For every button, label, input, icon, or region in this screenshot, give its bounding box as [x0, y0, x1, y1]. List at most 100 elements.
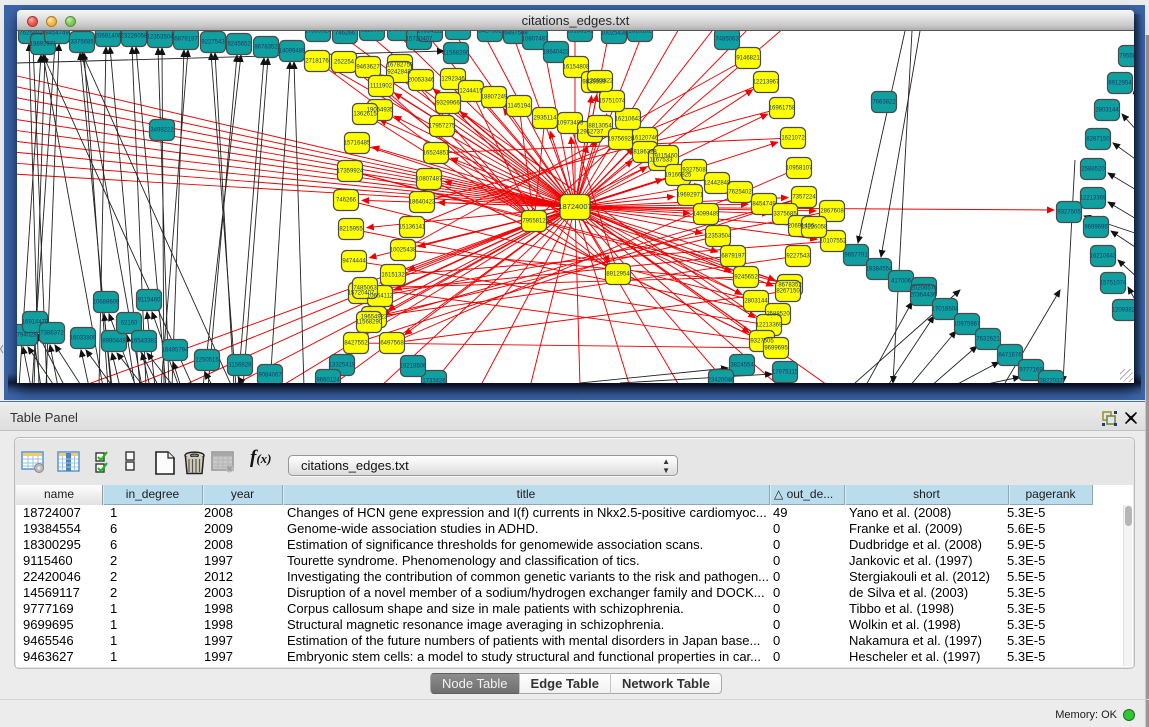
- svg-text:13325419: 13325419: [329, 363, 356, 369]
- svg-text:3498222: 3498222: [150, 128, 174, 134]
- svg-text:12353504: 12353504: [705, 234, 732, 240]
- svg-text:17016504: 17016504: [932, 307, 959, 313]
- svg-text:9327508: 9327508: [682, 168, 706, 174]
- svg-text:19384554: 19384554: [866, 267, 893, 273]
- svg-text:7625402: 7625402: [728, 190, 752, 196]
- svg-text:12213369: 12213369: [756, 323, 783, 329]
- svg-text:15751074: 15751074: [1100, 281, 1127, 287]
- svg-text:7386372: 7386372: [40, 331, 64, 337]
- svg-text:7625402: 7625402: [19, 31, 43, 37]
- svg-text:15136141: 15136141: [567, 31, 594, 35]
- svg-text:8267150: 8267150: [776, 289, 800, 295]
- svg-text:16524851: 16524851: [423, 151, 450, 157]
- svg-text:23226058: 23226058: [801, 225, 828, 231]
- svg-text:23420046: 23420046: [708, 378, 735, 384]
- svg-text:2803144: 2803144: [744, 299, 768, 305]
- svg-text:2588520: 2588520: [766, 312, 790, 318]
- svg-text:8912954: 8912954: [1108, 81, 1132, 87]
- svg-text:9474444: 9474444: [388, 31, 412, 34]
- svg-text:19692971: 19692971: [30, 42, 57, 48]
- svg-text:17957275: 17957275: [429, 124, 456, 130]
- svg-text:8215955: 8215955: [360, 31, 384, 34]
- svg-text:7663822: 7663822: [872, 100, 896, 106]
- svg-text:15720407: 15720407: [406, 37, 433, 43]
- svg-text:17359924: 17359924: [337, 169, 364, 175]
- svg-text:6497568: 6497568: [380, 341, 404, 347]
- svg-text:7632621: 7632621: [976, 337, 1000, 343]
- svg-text:9329966: 9329966: [436, 101, 460, 107]
- svg-text:8427552: 8427552: [344, 341, 368, 347]
- svg-text:10025438: 10025438: [390, 248, 417, 254]
- svg-text:9084067: 9084067: [258, 373, 282, 379]
- svg-text:12442848: 12442848: [704, 181, 731, 187]
- svg-text:746266: 746266: [336, 198, 357, 204]
- svg-text:10654112: 10654112: [417, 31, 444, 35]
- svg-text:12093822: 12093822: [1112, 308, 1134, 314]
- svg-text:7485063: 7485063: [715, 37, 739, 43]
- svg-text:18640423: 18640423: [543, 50, 570, 56]
- svg-text:12213967: 12213967: [753, 80, 780, 86]
- svg-text:7485063: 7485063: [353, 286, 377, 292]
- svg-text:20364436: 20364436: [910, 293, 937, 299]
- svg-text:23226058: 23226058: [121, 34, 148, 40]
- svg-text:15136141: 15136141: [399, 225, 426, 231]
- svg-text:9115460: 9115460: [655, 154, 679, 160]
- svg-text:10688609: 10688609: [93, 300, 120, 306]
- svg-text:18724007: 18724007: [558, 202, 591, 211]
- svg-text:2935114: 2935114: [534, 116, 558, 122]
- svg-text:9227543: 9227543: [786, 254, 810, 260]
- svg-text:2718176: 2718176: [305, 59, 329, 65]
- svg-text:16210643: 16210643: [1090, 254, 1117, 260]
- svg-text:10025438: 10025438: [601, 31, 628, 37]
- svg-text:9699695: 9699695: [1084, 225, 1108, 231]
- svg-text:8813054: 8813054: [588, 124, 612, 130]
- svg-text:9227543: 9227543: [201, 40, 225, 46]
- svg-text:10807487: 10807487: [522, 37, 549, 43]
- svg-text:16782759: 16782759: [387, 63, 414, 69]
- svg-text:19692971: 19692971: [677, 193, 704, 199]
- svg-text:746266: 746266: [335, 31, 356, 37]
- svg-text:8471676: 8471676: [998, 353, 1022, 359]
- svg-text:6879197: 6879197: [174, 37, 198, 43]
- svg-text:14099489: 14099489: [693, 212, 720, 218]
- svg-text:1615132: 1615132: [381, 273, 405, 279]
- svg-text:62160: 62160: [121, 321, 138, 327]
- svg-text:1733426: 1733426: [422, 379, 446, 384]
- svg-text:1111902: 1111902: [370, 84, 393, 90]
- svg-text:16543382: 16543382: [131, 339, 158, 345]
- svg-text:10973493: 10973493: [557, 121, 584, 127]
- svg-text:16033809: 16033809: [70, 336, 97, 342]
- svg-text:7955812: 7955812: [1119, 54, 1134, 60]
- svg-text:16210643: 16210643: [615, 117, 642, 123]
- svg-text:17359924: 17359924: [305, 31, 332, 35]
- svg-text:10107552: 10107552: [820, 239, 847, 245]
- svg-text:1621072: 1621072: [781, 136, 805, 142]
- svg-text:14099489: 14099489: [279, 49, 306, 55]
- svg-text:12353504: 12353504: [147, 35, 174, 41]
- svg-text:9146821: 9146821: [736, 56, 760, 62]
- svg-text:8454749: 8454749: [752, 202, 776, 208]
- svg-text:12093822: 12093822: [587, 79, 614, 85]
- svg-text:16120746: 16120746: [632, 136, 659, 142]
- svg-text:16154808: 16154808: [563, 65, 590, 71]
- svg-text:16961758: 16961758: [769, 106, 796, 112]
- svg-text:3824554: 3824554: [730, 363, 754, 369]
- svg-text:3375685: 3375685: [70, 40, 94, 46]
- svg-text:10975867: 10975867: [954, 322, 981, 328]
- svg-text:1292346: 1292346: [441, 77, 465, 83]
- svg-text:8912954: 8912954: [606, 272, 630, 278]
- svg-text:11568290: 11568290: [443, 51, 470, 57]
- svg-text:1362615: 1362615: [353, 112, 377, 118]
- svg-text:9245652: 9245652: [734, 275, 758, 281]
- svg-text:417006: 417006: [891, 279, 912, 285]
- svg-text:19654923: 19654923: [445, 31, 472, 33]
- svg-text:2867608: 2867608: [820, 209, 844, 215]
- svg-text:1615132: 1615132: [628, 31, 652, 35]
- svg-text:12942737: 12942737: [577, 130, 604, 136]
- svg-text:2803144: 2803144: [1095, 108, 1119, 114]
- svg-text:19218506: 19218506: [400, 364, 427, 370]
- svg-text:9474444: 9474444: [342, 259, 366, 265]
- svg-text:7955812: 7955812: [522, 219, 546, 225]
- svg-text:1250515: 1250515: [195, 358, 219, 364]
- svg-text:9463627: 9463627: [356, 65, 380, 71]
